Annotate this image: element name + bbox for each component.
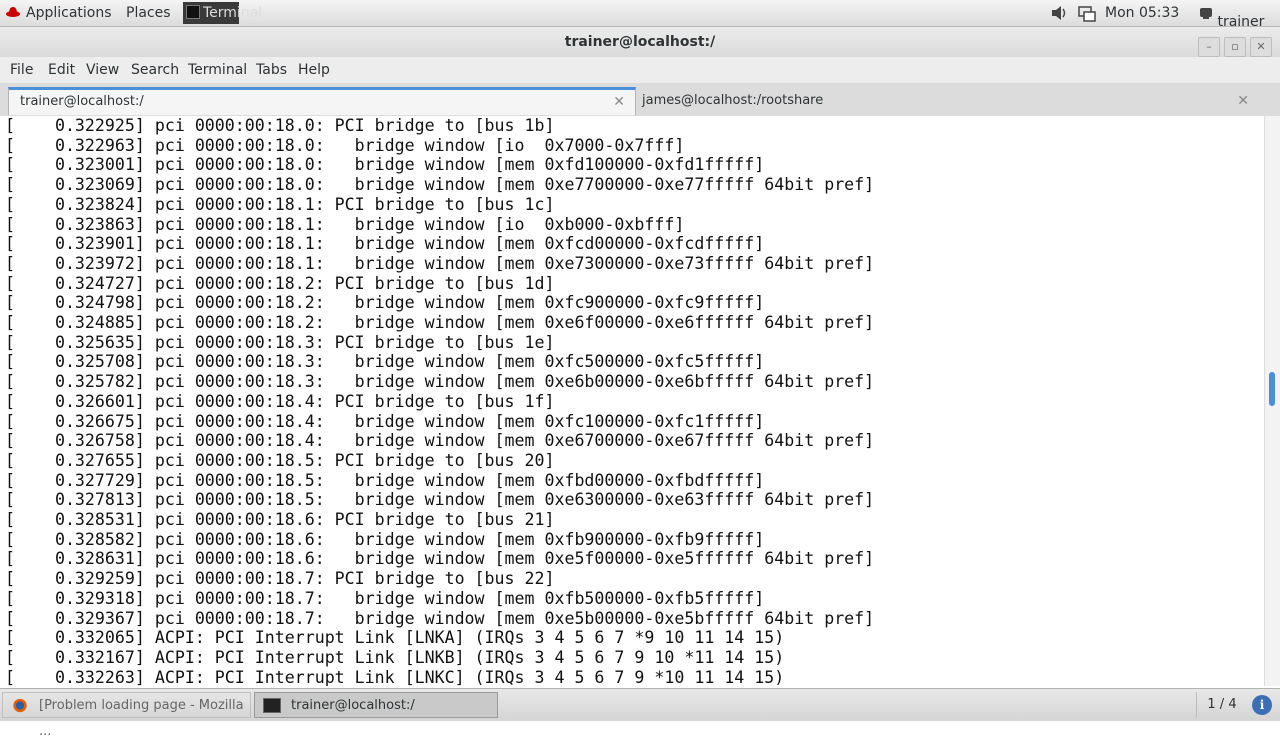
tab-trainer[interactable]: trainer@localhost:/ ✕ (8, 87, 636, 115)
terminal-icon (186, 5, 200, 19)
terminal-line: [ 0.328631] pci 0000:00:18.6: bridge win… (5, 549, 875, 569)
close-tab-icon[interactable]: ✕ (613, 90, 625, 114)
menu-search[interactable]: Search (131, 57, 179, 83)
info-icon[interactable]: i (1252, 695, 1272, 715)
scroll-thumb[interactable] (1269, 372, 1275, 406)
terminal-line: [ 0.328582] pci 0000:00:18.6: bridge win… (5, 529, 765, 549)
tab-trainer-label: trainer@localhost:/ (20, 94, 144, 109)
tab-bar: trainer@localhost:/ ✕ james@localhost:/r… (0, 83, 1280, 117)
terminal-line: [ 0.325782] pci 0000:00:18.3: bridge win… (5, 372, 875, 392)
taskbar-terminal[interactable]: trainer@localhost:/ (254, 692, 498, 718)
terminal-scrollbar[interactable] (1264, 116, 1280, 686)
close-window-button[interactable]: ✕ (1250, 37, 1272, 57)
menu-tabs[interactable]: Tabs (256, 57, 287, 83)
terminal-line: [ 0.326601] pci 0000:00:18.4: PCI bridge… (5, 391, 555, 411)
menu-view[interactable]: View (86, 57, 119, 83)
terminal-line: [ 0.323069] pci 0000:00:18.0: bridge win… (5, 175, 875, 195)
taskbar-firefox-label: [Problem loading page - Mozilla ... (39, 698, 244, 739)
terminal-line: [ 0.332263] ACPI: PCI Interrupt Link [LN… (5, 667, 785, 686)
user-icon (1200, 8, 1212, 19)
menu-file[interactable]: File (10, 57, 33, 83)
terminal-line: [ 0.325635] pci 0000:00:18.3: PCI bridge… (5, 332, 555, 352)
taskbar-firefox[interactable]: [Problem loading page - Mozilla ... (2, 692, 251, 739)
menu-help[interactable]: Help (298, 57, 330, 83)
terminal-line: [ 0.329367] pci 0000:00:18.7: bridge win… (5, 608, 875, 628)
applications-menu[interactable]: Applications (6, 0, 112, 26)
terminal-line: [ 0.323001] pci 0000:00:18.0: bridge win… (5, 155, 765, 175)
terminal-line: [ 0.326758] pci 0000:00:18.4: bridge win… (5, 431, 875, 451)
terminal-line: [ 0.332065] ACPI: PCI Interrupt Link [LN… (5, 628, 785, 648)
bottom-panel: [Problem loading page - Mozilla ... trai… (0, 688, 1280, 739)
tab-james-label: james@localhost:/rootshare (642, 93, 824, 108)
minimize-button[interactable]: – (1198, 37, 1220, 57)
terminal-line: [ 0.327729] pci 0000:00:18.5: bridge win… (5, 470, 765, 490)
tab-james[interactable]: james@localhost:/rootshare ✕ (636, 87, 1259, 115)
terminal-line: [ 0.324727] pci 0000:00:18.2: PCI bridge… (5, 273, 555, 293)
terminal-line: [ 0.332167] ACPI: PCI Interrupt Link [LN… (5, 647, 785, 667)
terminal-line: [ 0.322963] pci 0000:00:18.0: bridge win… (5, 135, 685, 155)
terminal-line: [ 0.327813] pci 0000:00:18.5: bridge win… (5, 490, 875, 510)
user-menu[interactable]: trainer (1199, 0, 1264, 30)
applications-label: Applications (26, 5, 112, 21)
maximize-button[interactable]: ▫ (1224, 37, 1246, 57)
menu-bar: File Edit View Search Terminal Tabs Help (0, 57, 1280, 83)
terminal-task-label: Terminal (203, 5, 263, 21)
terminal-line: [ 0.324885] pci 0000:00:18.2: bridge win… (5, 313, 875, 332)
terminal-line: [ 0.323824] pci 0000:00:18.1: PCI bridge… (5, 194, 555, 214)
terminal-line: [ 0.327655] pci 0000:00:18.5: PCI bridge… (5, 450, 555, 470)
redhat-icon (6, 7, 20, 17)
firefox-icon (13, 698, 27, 713)
window-title: trainer@localhost:/ (564, 34, 716, 50)
terminal-line: [ 0.323972] pci 0000:00:18.1: bridge win… (5, 253, 875, 273)
window-titlebar[interactable]: trainer@localhost:/ – ▫ ✕ (0, 27, 1280, 57)
menu-edit[interactable]: Edit (48, 57, 75, 83)
taskbar-terminal-label: trainer@localhost:/ (291, 698, 415, 713)
terminal-line: [ 0.322925] pci 0000:00:18.0: PCI bridge… (5, 116, 555, 135)
terminal-line: [ 0.323901] pci 0000:00:18.1: bridge win… (5, 234, 765, 254)
terminal-line: [ 0.325708] pci 0000:00:18.3: bridge win… (5, 352, 765, 372)
terminal-task-button[interactable]: Terminal (183, 2, 262, 24)
terminal-line: [ 0.323863] pci 0000:00:18.1: bridge win… (5, 214, 685, 234)
terminal-line: [ 0.329259] pci 0000:00:18.7: PCI bridge… (5, 569, 555, 589)
top-panel: Applications Places Terminal Mon 05:33 t… (0, 0, 1280, 30)
terminal-line: [ 0.328531] pci 0000:00:18.6: PCI bridge… (5, 510, 555, 529)
clock[interactable]: Mon 05:33 (1105, 0, 1179, 26)
workspace-indicator[interactable]: 1 / 4 (1196, 692, 1247, 718)
volume-icon[interactable] (1050, 0, 1068, 26)
terminal-line: [ 0.329318] pci 0000:00:18.7: bridge win… (5, 588, 765, 608)
menu-terminal[interactable]: Terminal (188, 57, 247, 83)
network-icon[interactable] (1078, 0, 1096, 26)
close-tab-icon[interactable]: ✕ (1237, 87, 1249, 115)
places-menu[interactable]: Places (126, 0, 171, 26)
terminal-line: [ 0.324798] pci 0000:00:18.2: bridge win… (5, 293, 765, 313)
terminal-output[interactable]: [ 0.322925] pci 0000:00:18.0: PCI bridge… (0, 116, 1264, 686)
terminal-icon (263, 698, 281, 713)
terminal-line: [ 0.326675] pci 0000:00:18.4: bridge win… (5, 411, 765, 431)
